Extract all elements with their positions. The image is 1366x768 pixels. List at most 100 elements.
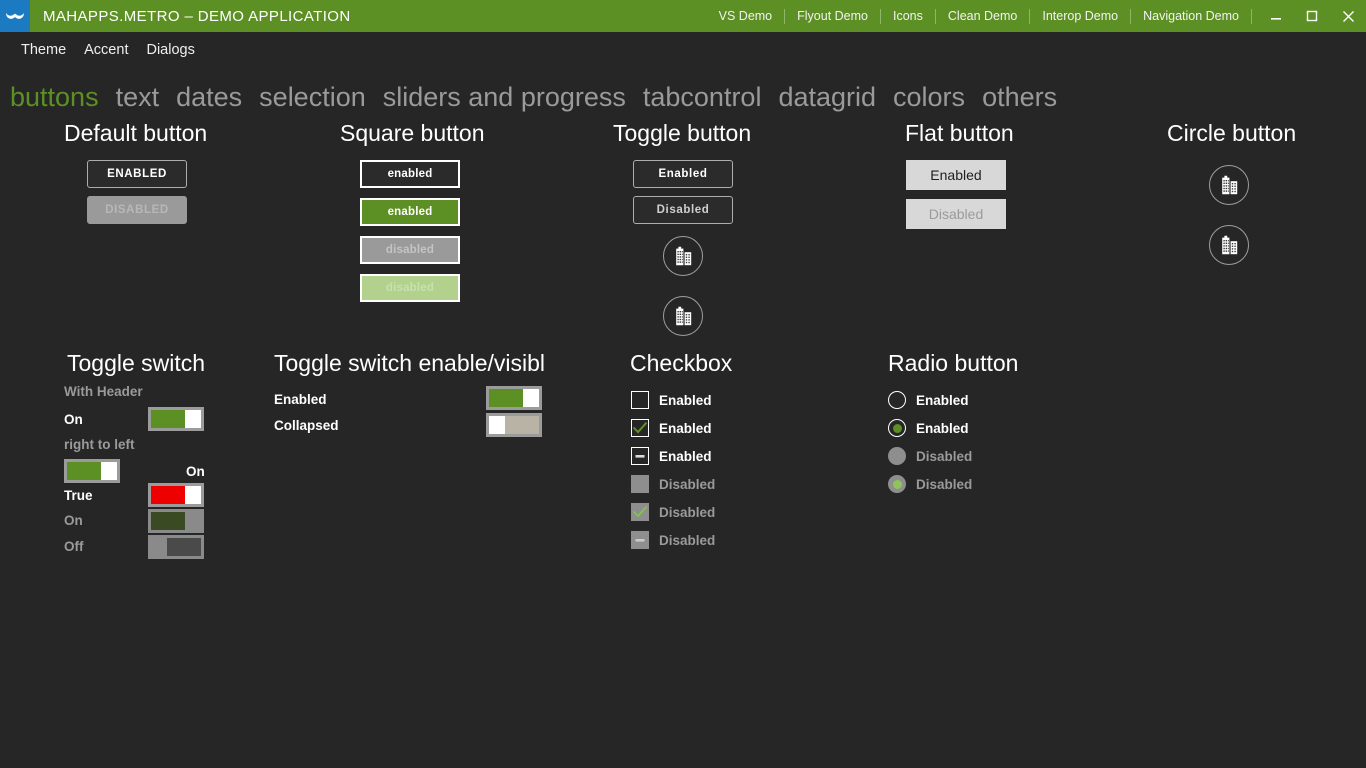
titlebar-separator bbox=[1251, 9, 1252, 24]
group-title-square-button: Square button bbox=[340, 120, 485, 146]
toggle-switch-header-label: With Header bbox=[64, 384, 143, 399]
tab-others[interactable]: others bbox=[982, 80, 1057, 114]
radio-row-2[interactable]: Enabled bbox=[888, 419, 969, 437]
toggle-switch-right-to-left[interactable] bbox=[64, 459, 120, 483]
radio-unselected-icon[interactable] bbox=[888, 391, 906, 409]
checkbox-row-5: Disabled bbox=[631, 503, 715, 521]
group-title-checkbox: Checkbox bbox=[630, 350, 732, 376]
tab-selection[interactable]: selection bbox=[259, 80, 366, 114]
toggle-switch-thumb bbox=[185, 410, 201, 428]
radio-selected-disabled-icon bbox=[888, 475, 906, 493]
checkbox-row-4: Disabled bbox=[631, 475, 715, 493]
radio-selected-icon[interactable] bbox=[888, 419, 906, 437]
tab-text[interactable]: text bbox=[116, 80, 160, 114]
toggle-switch-track bbox=[489, 389, 523, 407]
titlebar-separator bbox=[935, 9, 936, 24]
tab-sliders-and-progress[interactable]: sliders and progress bbox=[383, 80, 626, 114]
toggle-switch-label-right-to-left: right to left bbox=[64, 437, 135, 452]
menu-item-dialogs[interactable]: Dialogs bbox=[137, 32, 203, 68]
toggle-circle-button-2[interactable] bbox=[663, 296, 703, 336]
tab-dates[interactable]: dates bbox=[176, 80, 242, 114]
square-button-disabled: disabled bbox=[360, 236, 460, 264]
checkbox-row-3[interactable]: Enabled bbox=[631, 447, 712, 465]
checkbox-unchecked-icon[interactable] bbox=[631, 391, 649, 409]
close-icon[interactable] bbox=[1330, 0, 1366, 32]
toggle-switch-red-on[interactable] bbox=[148, 483, 204, 507]
minimize-icon[interactable] bbox=[1258, 0, 1294, 32]
checkbox-label: Enabled bbox=[659, 393, 712, 408]
toggle-switch-track bbox=[167, 538, 201, 556]
group-title-radio-button: Radio button bbox=[888, 350, 1018, 376]
group-title-circle-button: Circle button bbox=[1167, 120, 1296, 146]
radio-dot bbox=[893, 424, 902, 433]
toggle-switch-thumb bbox=[523, 389, 539, 407]
toggle-switch-label-true: True bbox=[64, 488, 93, 503]
toggle-switch-off-disabled bbox=[148, 535, 204, 559]
toggle-circle-button-1[interactable] bbox=[663, 236, 703, 276]
toggle-switch-label-on: On bbox=[64, 412, 83, 427]
toggle-switch-track bbox=[151, 410, 185, 428]
toggle-switch-on[interactable] bbox=[148, 407, 204, 431]
checkbox-row-2[interactable]: Enabled bbox=[631, 419, 712, 437]
menu-item-accent[interactable]: Accent bbox=[75, 32, 137, 68]
tab-strip: buttons text dates selection sliders and… bbox=[0, 70, 1366, 114]
radio-row-1[interactable]: Enabled bbox=[888, 391, 969, 409]
checkbox-indeterminate-disabled-icon bbox=[631, 531, 649, 549]
radio-label: Disabled bbox=[916, 477, 972, 492]
toggle-switch-track bbox=[505, 416, 539, 434]
toggle-button-disabled[interactable]: Disabled bbox=[633, 196, 733, 224]
toggle-switch-ev-collapsed[interactable] bbox=[486, 413, 542, 437]
titlebar-link-navigation-demo[interactable]: Navigation Demo bbox=[1131, 0, 1251, 32]
default-button-enabled[interactable]: ENABLED bbox=[87, 160, 187, 188]
flat-button-disabled: Disabled bbox=[906, 199, 1006, 229]
circle-button-1[interactable] bbox=[1209, 165, 1249, 205]
titlebar-link-icons[interactable]: Icons bbox=[881, 0, 935, 32]
square-button-enabled[interactable]: enabled bbox=[360, 160, 460, 188]
radio-label: Disabled bbox=[916, 449, 972, 464]
titlebar-link-flyout-demo[interactable]: Flyout Demo bbox=[785, 0, 880, 32]
toggle-switch-ev-enabled[interactable] bbox=[486, 386, 542, 410]
circle-button-2[interactable] bbox=[1209, 225, 1249, 265]
tab-colors[interactable]: colors bbox=[893, 80, 965, 114]
titlebar-links: VS Demo Flyout Demo Icons Clean Demo Int… bbox=[707, 0, 1252, 32]
default-button-disabled: DISABLED bbox=[87, 196, 187, 224]
maximize-icon[interactable] bbox=[1294, 0, 1330, 32]
titlebar-separator bbox=[1130, 9, 1131, 24]
tab-buttons[interactable]: buttons bbox=[10, 80, 99, 114]
radio-row-4: Disabled bbox=[888, 475, 972, 493]
city-buildings-icon bbox=[1218, 175, 1240, 195]
checkbox-row-1[interactable]: Enabled bbox=[631, 391, 712, 409]
mustache-logo-icon bbox=[0, 0, 30, 32]
checkbox-unchecked-disabled-icon bbox=[631, 475, 649, 493]
toggle-switch-thumb bbox=[101, 462, 117, 480]
radio-row-3: Disabled bbox=[888, 447, 972, 465]
toggle-switch-ev-label-enabled: Enabled bbox=[274, 392, 327, 407]
toggle-switch-track bbox=[151, 486, 185, 504]
menu-item-theme[interactable]: Theme bbox=[12, 32, 75, 68]
checkbox-checked-icon[interactable] bbox=[631, 419, 649, 437]
content-area: Default button ENABLED DISABLED Square b… bbox=[0, 114, 1366, 768]
checkbox-indeterminate-icon[interactable] bbox=[631, 447, 649, 465]
checkbox-checked-disabled-icon bbox=[631, 503, 649, 521]
titlebar-link-clean-demo[interactable]: Clean Demo bbox=[936, 0, 1029, 32]
radio-label: Enabled bbox=[916, 393, 969, 408]
title-bar: MAHAPPS.METRO – DEMO APPLICATION VS Demo… bbox=[0, 0, 1366, 32]
group-title-default-button: Default button bbox=[64, 120, 207, 146]
window-controls bbox=[1258, 0, 1366, 32]
flat-button-enabled[interactable]: Enabled bbox=[906, 160, 1006, 190]
toggle-switch-ev-label-collapsed: Collapsed bbox=[274, 418, 339, 433]
group-title-flat-button: Flat button bbox=[905, 120, 1014, 146]
tab-datagrid[interactable]: datagrid bbox=[778, 80, 876, 114]
square-button-accent-enabled[interactable]: enabled bbox=[360, 198, 460, 226]
checkbox-label: Enabled bbox=[659, 449, 712, 464]
titlebar-link-vs-demo[interactable]: VS Demo bbox=[707, 0, 785, 32]
toggle-switch-track bbox=[151, 512, 185, 530]
city-buildings-icon bbox=[672, 306, 694, 326]
titlebar-link-interop-demo[interactable]: Interop Demo bbox=[1030, 0, 1130, 32]
tab-tabcontrol[interactable]: tabcontrol bbox=[643, 80, 762, 114]
toggle-switch-track bbox=[67, 462, 101, 480]
city-buildings-icon bbox=[672, 246, 694, 266]
radio-label: Enabled bbox=[916, 421, 969, 436]
menu-bar: Theme Accent Dialogs bbox=[0, 32, 1366, 68]
toggle-button-enabled[interactable]: Enabled bbox=[633, 160, 733, 188]
